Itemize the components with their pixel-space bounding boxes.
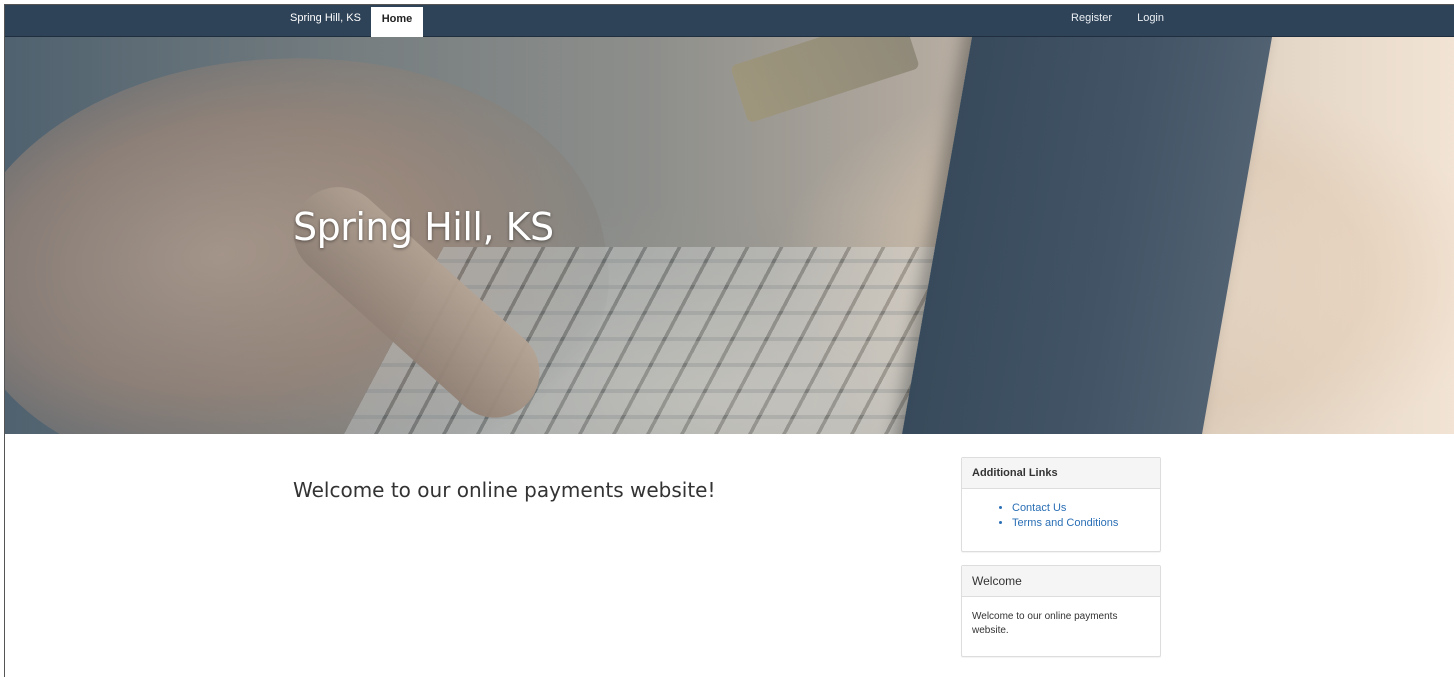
contact-us-link[interactable]: Contact Us bbox=[1012, 502, 1066, 514]
welcome-panel: Welcome Welcome to our online payments w… bbox=[961, 565, 1161, 657]
page-frame: Spring Hill, KS Home Register Login Spri… bbox=[4, 4, 1454, 677]
list-item: Contact Us bbox=[1012, 501, 1160, 516]
additional-links-panel: Additional Links Contact Us Terms and Co… bbox=[961, 457, 1161, 552]
welcome-heading: Welcome to our online payments website! bbox=[293, 478, 716, 502]
additional-links-list: Contact Us Terms and Conditions bbox=[962, 501, 1160, 531]
hero-overlay bbox=[5, 37, 1454, 434]
nav-account-links: Register Login bbox=[1049, 5, 1164, 36]
list-item: Terms and Conditions bbox=[1012, 516, 1160, 531]
welcome-panel-body: Welcome to our online payments website. bbox=[972, 611, 1118, 636]
nav-brand-link[interactable]: Spring Hill, KS bbox=[290, 5, 361, 36]
terms-and-conditions-link[interactable]: Terms and Conditions bbox=[1012, 517, 1118, 529]
nav-home-tab[interactable]: Home bbox=[371, 7, 423, 37]
hero-title: Spring Hill, KS bbox=[293, 205, 554, 249]
register-link[interactable]: Register bbox=[1071, 12, 1112, 24]
hero-banner: Spring Hill, KS bbox=[5, 37, 1454, 434]
additional-links-title: Additional Links bbox=[962, 458, 1160, 489]
login-link[interactable]: Login bbox=[1137, 12, 1164, 24]
top-navbar: Spring Hill, KS Home Register Login bbox=[5, 5, 1454, 37]
welcome-panel-title: Welcome bbox=[962, 566, 1160, 597]
